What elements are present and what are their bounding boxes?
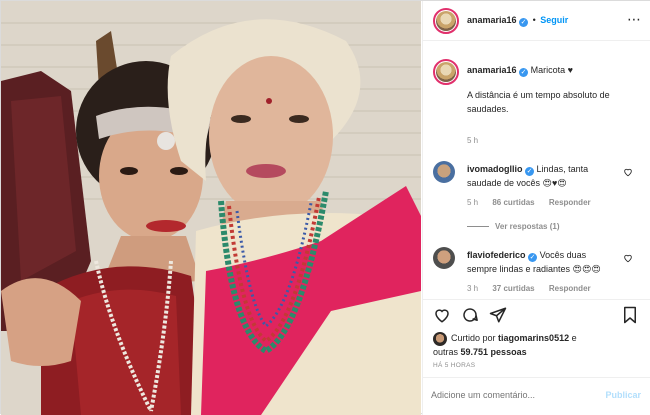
- comment-text-continued: saudade de vocês 😍♥😍: [467, 178, 567, 188]
- instagram-post: anamaria16 ✓ • Seguir ⋯ anamaria16 ✓ Mar…: [0, 0, 650, 415]
- liked-by-line: Curtido por tiagomarins0512 e: [451, 333, 577, 343]
- comment-username[interactable]: flaviofederico: [467, 250, 526, 260]
- heart-icon[interactable]: [433, 306, 451, 324]
- comment-username[interactable]: ivomadogllio: [467, 164, 523, 174]
- photo-illustration: [1, 1, 421, 415]
- header-username[interactable]: anamaria16: [467, 15, 517, 25]
- verified-badge-icon: ✓: [519, 68, 529, 77]
- comment-time: 5 h: [467, 198, 479, 207]
- actions-divider: [423, 299, 650, 300]
- post-side-panel: anamaria16 ✓ • Seguir ⋯ anamaria16 ✓ Mar…: [422, 1, 650, 415]
- post-photo[interactable]: [1, 1, 421, 415]
- share-icon[interactable]: [489, 306, 507, 324]
- comment-text-continued: sempre lindas e radiantes 😍😍😍: [467, 264, 601, 274]
- publish-button[interactable]: Publicar: [605, 390, 641, 400]
- comment-avatar[interactable]: [433, 247, 455, 269]
- follow-button[interactable]: Seguir: [540, 15, 568, 25]
- view-replies-button[interactable]: Ver respostas (1): [467, 222, 559, 231]
- comment-text: Lindas, tanta: [536, 164, 589, 174]
- header-separator: •: [532, 15, 536, 25]
- caption-username[interactable]: anamaria16: [467, 65, 517, 75]
- header-avatar[interactable]: [433, 8, 459, 34]
- comment-likes[interactable]: 86 curtidas: [492, 198, 534, 207]
- post-timestamp[interactable]: HÁ 5 HORAS: [433, 362, 475, 369]
- more-options-icon[interactable]: ⋯: [627, 11, 641, 28]
- add-comment-input[interactable]: [431, 385, 591, 405]
- comment-reply-button[interactable]: Responder: [549, 198, 591, 207]
- comment-like-heart-icon[interactable]: [623, 253, 633, 263]
- comment-text: Vocês duas: [539, 250, 587, 260]
- comment-time: 3 h: [467, 284, 479, 293]
- view-replies-label: Ver respostas (1): [495, 222, 560, 231]
- comment-like-heart-icon[interactable]: [623, 167, 633, 177]
- caption-body: A distância é um tempo absoluto de sauda…: [467, 90, 610, 114]
- liked-by-user[interactable]: tiagomarins0512: [498, 333, 569, 343]
- comment-avatar[interactable]: [433, 161, 455, 183]
- comment-likes[interactable]: 37 curtidas: [492, 284, 534, 293]
- liked-by-prefix: Curtido por: [451, 333, 496, 343]
- verified-badge-icon: ✓: [525, 167, 535, 176]
- liked-by-avatar[interactable]: [433, 332, 447, 346]
- caption-title: Maricota ♥: [530, 65, 573, 75]
- liked-by-others-prefix: outras: [433, 347, 459, 357]
- verified-badge-icon: ✓: [519, 18, 529, 27]
- post-header: anamaria16 ✓ • Seguir ⋯: [423, 1, 650, 41]
- caption-avatar[interactable]: [433, 59, 459, 85]
- bookmark-icon[interactable]: [621, 306, 639, 324]
- comment-divider: [423, 377, 650, 378]
- comment-icon[interactable]: [461, 306, 479, 324]
- comment-reply-button[interactable]: Responder: [549, 284, 591, 293]
- liked-by-conj: e: [571, 333, 577, 343]
- caption-time: 5 h: [467, 136, 479, 145]
- likes-count[interactable]: 59.751 pessoas: [461, 347, 527, 357]
- verified-badge-icon: ✓: [528, 253, 538, 262]
